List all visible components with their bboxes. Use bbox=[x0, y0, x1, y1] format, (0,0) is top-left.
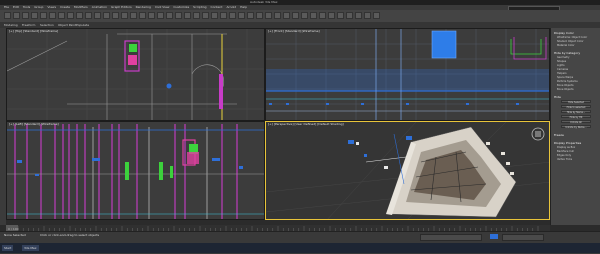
rollout-option[interactable]: Backface Cull bbox=[557, 150, 574, 153]
rollout-option[interactable]: Shapes bbox=[557, 60, 566, 63]
hide-option-button[interactable]: Hide by Name... bbox=[561, 110, 591, 114]
viewport-top-label[interactable]: [+] [Top] [Standard] [Wireframe] bbox=[9, 29, 58, 33]
rollout-option[interactable]: Shaded: Object Color bbox=[557, 40, 584, 43]
toolbar-tool-icon[interactable] bbox=[76, 12, 83, 19]
viewport-top-wireframe bbox=[7, 29, 264, 120]
toolbar-tool-icon[interactable] bbox=[94, 12, 101, 19]
toolbar-tool-icon[interactable] bbox=[328, 12, 335, 19]
selection-status: None Selected bbox=[4, 233, 26, 237]
auto-key-button[interactable] bbox=[490, 234, 498, 239]
rollout-title[interactable]: Hide bbox=[554, 95, 561, 99]
os-taskbar: Start 3ds Max bbox=[0, 243, 600, 253]
toolbar-tool-icon[interactable] bbox=[256, 12, 263, 19]
viewport-front-label[interactable]: [+] [Front] [Standard] [Wireframe] bbox=[268, 29, 320, 33]
toolbar-tool-icon[interactable] bbox=[49, 12, 56, 19]
toolbar-tool-icon[interactable] bbox=[265, 12, 272, 19]
toolbar-tool-icon[interactable] bbox=[130, 12, 137, 19]
rollout-title[interactable]: Display Properties bbox=[554, 141, 581, 145]
toolbar-tool-icon[interactable] bbox=[40, 12, 47, 19]
rollout-title[interactable]: Freeze bbox=[554, 133, 564, 137]
rollout-option[interactable]: Bone Objects bbox=[557, 84, 574, 87]
viewport-top[interactable]: [+] [Top] [Standard] [Wireframe] bbox=[6, 28, 265, 121]
toolbar-tool-icon[interactable] bbox=[157, 12, 164, 19]
toolbar-tool-icon[interactable] bbox=[31, 12, 38, 19]
toolbar-tool-icon[interactable] bbox=[346, 12, 353, 19]
viewport-left-label[interactable]: [+] [Left] [Standard] [Wireframe] bbox=[9, 122, 59, 126]
toolbar-tool-icon[interactable] bbox=[184, 12, 191, 19]
toolbar-tool-icon[interactable] bbox=[319, 12, 326, 19]
frame-counter: 0 / 100 bbox=[8, 227, 19, 231]
toolbar-tool-icon[interactable] bbox=[67, 12, 74, 19]
rollout-title[interactable]: Hide by Category bbox=[554, 51, 580, 55]
rollout-option[interactable]: Material Color bbox=[557, 44, 574, 47]
prompt-hint: Click or click-and-drag to select object… bbox=[40, 233, 100, 237]
toolbar-tool-icon[interactable] bbox=[175, 12, 182, 19]
viewport-front-wireframe bbox=[266, 29, 549, 120]
toolbar-tool-icon[interactable] bbox=[310, 12, 317, 19]
playback-controls[interactable] bbox=[420, 234, 482, 241]
app-title: Autodesk 3ds Max bbox=[250, 0, 278, 4]
toolbar-tool-icon[interactable] bbox=[148, 12, 155, 19]
toolbar-tool-icon[interactable] bbox=[13, 12, 20, 19]
rollout-option[interactable]: Vertex Ticks bbox=[557, 158, 572, 161]
toolbar-tool-icon[interactable] bbox=[202, 12, 209, 19]
hide-option-button[interactable]: Hide Unselected bbox=[561, 105, 591, 109]
toolbar-tool-icon[interactable] bbox=[85, 12, 92, 19]
hide-option-button[interactable]: Hide by Hit bbox=[561, 115, 591, 119]
rollout-option[interactable]: Wireframe: Object Color bbox=[557, 36, 587, 39]
command-panel: Display Color Wireframe: Object Color Shad… bbox=[550, 28, 600, 225]
toolbar-tool-icon[interactable] bbox=[211, 12, 218, 19]
toolbar-tool-icon[interactable] bbox=[274, 12, 281, 19]
toolbar-tool-icon[interactable] bbox=[22, 12, 29, 19]
rollout-option[interactable]: Particle Systems bbox=[557, 80, 578, 83]
viewport-perspective-render bbox=[266, 122, 549, 219]
toolbar-tool-icon[interactable] bbox=[121, 12, 128, 19]
toolbar-tool-icon[interactable] bbox=[220, 12, 227, 19]
toolbar-tool-icon[interactable] bbox=[193, 12, 200, 19]
viewport-left-wireframe bbox=[7, 122, 264, 219]
toolbar-tool-icon[interactable] bbox=[373, 12, 380, 19]
rollout-option[interactable]: Edges Only bbox=[557, 154, 571, 157]
viewport-perspective[interactable]: [+] [Perspective] [User Defined] [Defaul… bbox=[265, 121, 550, 220]
toolbar-tool-icon[interactable] bbox=[301, 12, 308, 19]
viewport-nav-controls[interactable] bbox=[502, 234, 544, 241]
rollout-title[interactable]: Display Color bbox=[554, 31, 574, 35]
toolbar-tool-icon[interactable] bbox=[337, 12, 344, 19]
toolbar-tool-icon[interactable] bbox=[238, 12, 245, 19]
hide-option-button[interactable]: Unhide by Name... bbox=[561, 125, 591, 129]
taskbar-start[interactable]: Start bbox=[2, 245, 14, 251]
toolbar-tool-icon[interactable] bbox=[355, 12, 362, 19]
toolbar-tool-icon[interactable] bbox=[139, 12, 146, 19]
viewport-perspective-label[interactable]: [+] [Perspective] [User Defined] [Defaul… bbox=[268, 122, 344, 126]
taskbar-3dsmax[interactable]: 3ds Max bbox=[22, 245, 39, 251]
toolbar-tool-icon[interactable] bbox=[229, 12, 236, 19]
hide-option-button[interactable]: Unhide All bbox=[561, 120, 591, 124]
toolbar-tool-icon[interactable] bbox=[166, 12, 173, 19]
rollout-option[interactable]: Lights bbox=[557, 64, 565, 67]
rollout-option[interactable]: Cameras bbox=[557, 68, 568, 71]
toolbar-tool-icon[interactable] bbox=[58, 12, 65, 19]
toolbar-tool-icon[interactable] bbox=[4, 12, 11, 19]
toolbar-tool-icon[interactable] bbox=[364, 12, 371, 19]
toolbar-tool-icon[interactable] bbox=[292, 12, 299, 19]
toolbar-tool-icon[interactable] bbox=[283, 12, 290, 19]
rollout-option[interactable]: Bone Objects bbox=[557, 88, 574, 91]
toolbar-tool-icon[interactable] bbox=[247, 12, 254, 19]
toolbar-tool-icon[interactable] bbox=[103, 12, 110, 19]
viewport-left[interactable]: [+] [Left] [Standard] [Wireframe] bbox=[6, 121, 265, 220]
rollout-option[interactable]: Helpers bbox=[557, 72, 567, 75]
toolbar-tool-icon[interactable] bbox=[112, 12, 119, 19]
hide-option-button[interactable]: Hide Selected bbox=[561, 100, 591, 104]
rollout-option[interactable]: Geometry bbox=[557, 56, 569, 59]
rollout-option[interactable]: Display as Box bbox=[557, 146, 575, 149]
viewport-front[interactable]: [+] [Front] [Standard] [Wireframe] bbox=[265, 28, 550, 121]
rollout-option[interactable]: Space Warps bbox=[557, 76, 573, 79]
